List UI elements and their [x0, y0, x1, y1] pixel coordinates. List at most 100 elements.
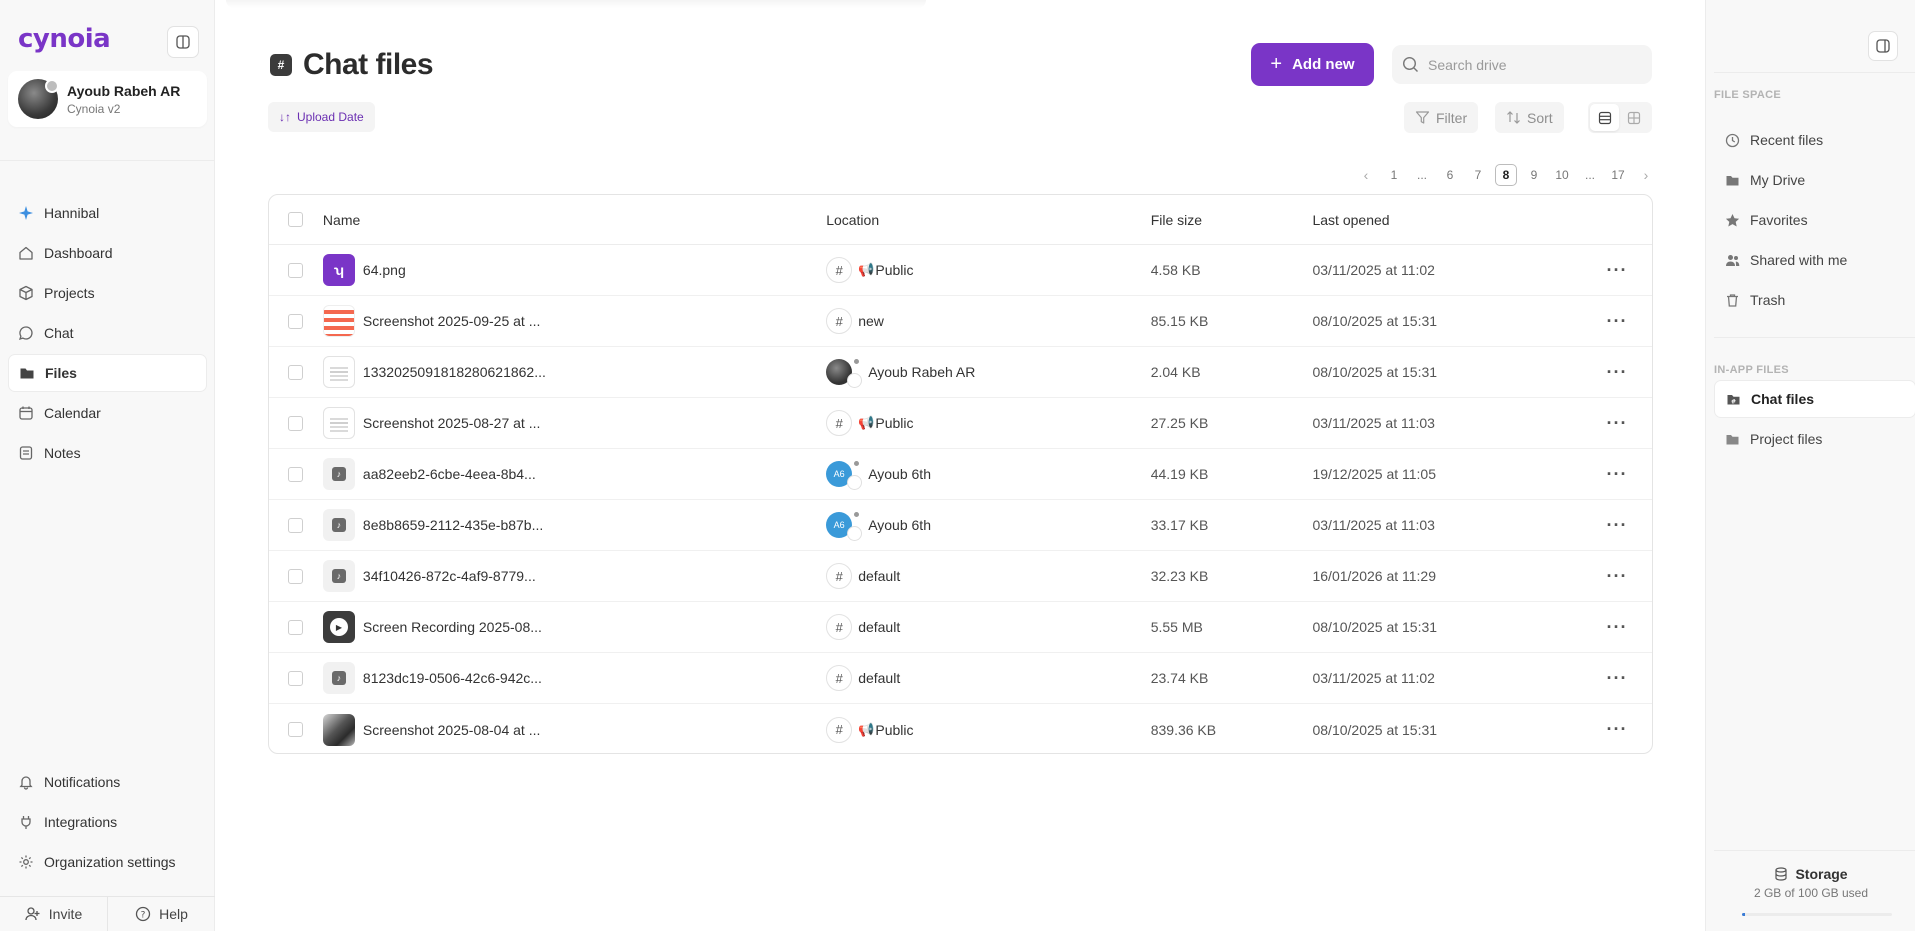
table-row[interactable]: ♪ 34f10426-872c-4af9-8779... # default 32.23… [269, 551, 1652, 602]
sidebar-item-organization-settings[interactable]: Organization settings [8, 843, 207, 881]
row-checkbox[interactable] [288, 722, 304, 737]
previous-page-chevron-icon[interactable]: ‹ [1355, 164, 1377, 186]
panel-item-my-drive[interactable]: My Drive [1714, 161, 1915, 199]
sidebar-item-notes[interactable]: Notes [8, 434, 207, 472]
page-button[interactable]: 10 [1551, 164, 1573, 186]
file-name[interactable]: aa82eeb2-6cbe-4eea-8b4... [363, 466, 536, 482]
invite-button[interactable]: Invite [0, 897, 107, 931]
page-button[interactable]: 9 [1523, 164, 1545, 186]
table-row[interactable]: ♪ 8e8b8659-2112-435e-b87b... A6 Ayoub 6th 33… [269, 500, 1652, 551]
more-options-icon[interactable]: ··· [1582, 311, 1652, 332]
table-row[interactable]: ʮ 64.png # 📢 Public 4.58 KB 03/11/2025 at 11:0… [269, 245, 1652, 296]
user-profile-card[interactable]: Ayoub Rabeh AR Cynoia v2 [8, 71, 207, 127]
table-row[interactable]: Screenshot 2025-09-25 at ... # new 85.15 KB… [269, 296, 1652, 347]
grid-view-button[interactable] [1619, 104, 1648, 131]
file-name[interactable]: 34f10426-872c-4af9-8779... [363, 568, 536, 584]
cynoia-logo[interactable]: cynoia [18, 24, 111, 54]
row-checkbox[interactable] [288, 568, 304, 584]
collapse-sidebar-button[interactable] [167, 26, 199, 58]
table-row[interactable]: 1332025091818280621862... Ayoub Rabeh AR 2… [269, 347, 1652, 398]
more-options-icon[interactable]: ··· [1582, 617, 1652, 638]
file-location[interactable]: default [858, 619, 900, 635]
list-view-button[interactable] [1590, 104, 1619, 131]
panel-item-favorites[interactable]: Favorites [1714, 201, 1915, 239]
file-location[interactable]: Ayoub 6th [868, 466, 931, 482]
sort-button[interactable]: Sort [1495, 102, 1564, 133]
more-options-icon[interactable]: ··· [1582, 260, 1652, 281]
page-button[interactable]: 1 [1383, 164, 1405, 186]
file-name[interactable]: Screenshot 2025-08-27 at ... [363, 415, 540, 431]
sidebar-toggle-icon [176, 35, 190, 49]
file-location[interactable]: Public [875, 262, 913, 278]
file-location[interactable]: Ayoub Rabeh AR [868, 364, 975, 380]
row-checkbox[interactable] [288, 670, 304, 686]
page-button[interactable]: 7 [1467, 164, 1489, 186]
row-checkbox[interactable] [288, 466, 304, 482]
file-name[interactable]: 8123dc19-0506-42c6-942c... [363, 670, 542, 686]
row-checkbox[interactable] [288, 313, 304, 329]
sidebar-item-chat[interactable]: Chat [8, 314, 207, 352]
page-button[interactable]: 8 [1495, 164, 1517, 186]
add-new-button[interactable]: + Add new [1251, 43, 1374, 86]
page-button[interactable]: 17 [1607, 164, 1629, 186]
file-name[interactable]: Screenshot 2025-09-25 at ... [363, 313, 540, 329]
file-location[interactable]: Public [875, 415, 913, 431]
select-all-checkbox[interactable] [288, 212, 304, 227]
search-input[interactable] [1428, 56, 1628, 73]
panel-item-trash[interactable]: Trash [1714, 281, 1915, 319]
file-name[interactable]: Screenshot 2025-08-04 at ... [363, 722, 540, 738]
file-location[interactable]: default [858, 568, 900, 584]
table-row[interactable]: Screenshot 2025-08-04 at ... # 📢 Public 839.… [269, 704, 1652, 753]
table-row[interactable]: Screenshot 2025-08-27 at ... # 📢 Public 27.2… [269, 398, 1652, 449]
column-header-file-size[interactable]: File size [1151, 212, 1313, 228]
row-checkbox[interactable] [288, 415, 304, 431]
sidebar-item-projects[interactable]: Projects [8, 274, 207, 312]
more-options-icon[interactable]: ··· [1582, 515, 1652, 536]
panel-item-project-files[interactable]: Project files [1714, 420, 1915, 458]
panel-item-recent-files[interactable]: Recent files [1714, 121, 1915, 159]
filter-button[interactable]: Filter [1404, 102, 1479, 133]
file-location[interactable]: Ayoub 6th [868, 517, 931, 533]
sidebar-item-hannibal[interactable]: Hannibal [8, 194, 207, 232]
file-name[interactable]: 64.png [363, 262, 406, 278]
next-page-chevron-icon[interactable]: › [1635, 164, 1657, 186]
column-header-name[interactable]: Name [323, 212, 826, 228]
sidebar-item-calendar[interactable]: Calendar [8, 394, 207, 432]
more-options-icon[interactable]: ··· [1582, 413, 1652, 434]
bell-icon [18, 774, 34, 790]
more-options-icon[interactable]: ··· [1582, 668, 1652, 689]
table-row[interactable]: ▶ Screen Recording 2025-08... # default 5.55… [269, 602, 1652, 653]
table-row[interactable]: ♪ aa82eeb2-6cbe-4eea-8b4... A6 Ayoub 6th 44.… [269, 449, 1652, 500]
file-name[interactable]: Screen Recording 2025-08... [363, 619, 542, 635]
page-button[interactable]: 6 [1439, 164, 1461, 186]
column-header-location[interactable]: Location [826, 212, 1151, 228]
help-button[interactable]: ? Help [107, 897, 215, 931]
panel-item-chat-files[interactable]: # Chat files [1714, 380, 1915, 418]
more-options-icon[interactable]: ··· [1582, 362, 1652, 383]
file-name[interactable]: 8e8b8659-2112-435e-b87b... [363, 517, 543, 533]
more-options-icon[interactable]: ··· [1582, 719, 1652, 740]
collapse-right-panel-button[interactable] [1868, 31, 1898, 61]
sidebar-item-files[interactable]: Files [8, 354, 207, 392]
row-checkbox[interactable] [288, 619, 304, 635]
sidebar-item-notifications[interactable]: Notifications [8, 763, 207, 801]
add-new-label: Add new [1292, 56, 1355, 73]
file-location[interactable]: new [858, 313, 884, 329]
more-options-icon[interactable]: ··· [1582, 566, 1652, 587]
footer-nav: Notifications Integrations Organization se… [8, 763, 207, 883]
file-location[interactable]: Public [875, 722, 913, 738]
column-header-last-opened[interactable]: Last opened [1312, 212, 1582, 228]
row-checkbox[interactable] [288, 364, 304, 380]
sort-chip-upload-date[interactable]: ↓↑ Upload Date [268, 102, 375, 132]
more-options-icon[interactable]: ··· [1582, 464, 1652, 485]
table-row[interactable]: ♪ 8123dc19-0506-42c6-942c... # default 23.74… [269, 653, 1652, 704]
file-location[interactable]: default [858, 670, 900, 686]
panel-item-shared-with-me[interactable]: Shared with me [1714, 241, 1915, 279]
invite-label: Invite [48, 906, 83, 922]
divider [1714, 72, 1915, 73]
row-checkbox[interactable] [288, 517, 304, 533]
sidebar-item-integrations[interactable]: Integrations [8, 803, 207, 841]
sidebar-item-dashboard[interactable]: Dashboard [8, 234, 207, 272]
file-name[interactable]: 1332025091818280621862... [363, 364, 546, 380]
row-checkbox[interactable] [288, 262, 304, 278]
